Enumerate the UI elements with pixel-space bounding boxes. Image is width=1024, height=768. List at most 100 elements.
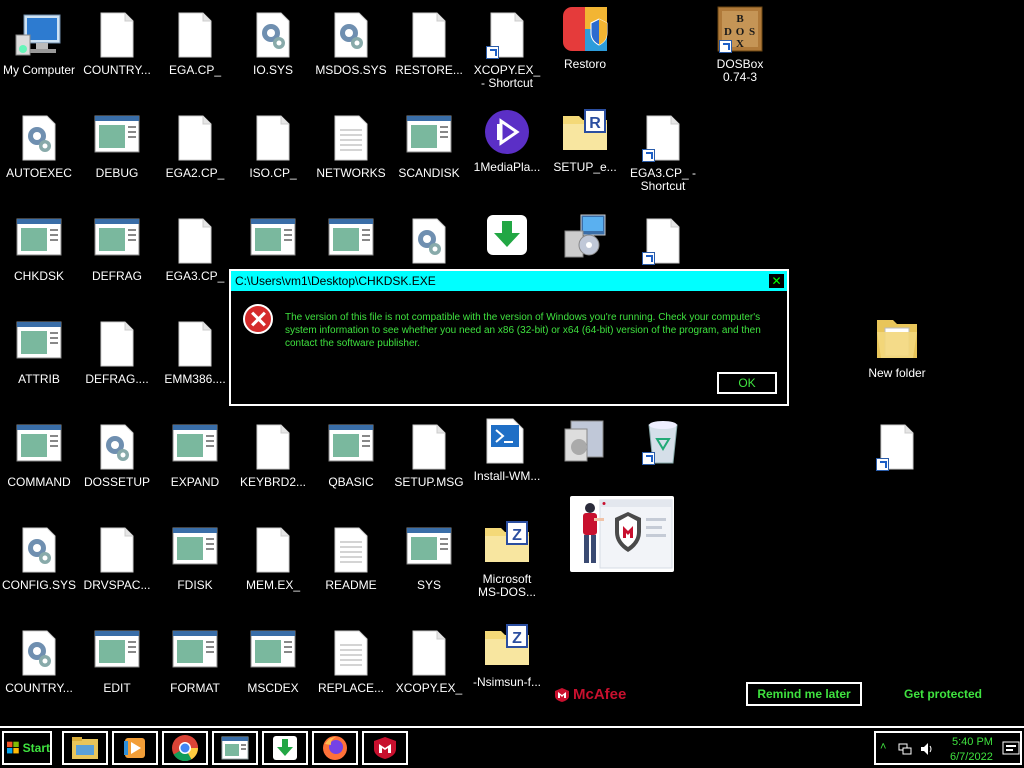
desktop-icon[interactable]: FDISK: [156, 526, 234, 592]
desktop-icon-label: XCOPY.EX_: [395, 681, 463, 695]
dialog-title: C:\Users\vm1\Desktop\CHKDSK.EXE: [235, 274, 436, 288]
desktop-icon[interactable]: EGA3.CP_: [156, 217, 234, 283]
gear-icon: [92, 423, 142, 473]
desktop-icon-label: EDIT: [103, 681, 131, 695]
desktop-icon[interactable]: 1MediaPla...: [468, 108, 546, 174]
desktop-icon-label: REPLACE...: [317, 681, 385, 695]
desktop-icon[interactable]: B D O S X DOSBox 0.74-3: [701, 5, 779, 84]
folder-z-icon: Z: [482, 623, 532, 673]
gear-icon: [326, 11, 376, 61]
desktop-icon-label: New folder: [868, 366, 926, 380]
desktop-icon[interactable]: Z -Nsimsun-f...: [468, 623, 546, 689]
desktop-icon-label: DOSSETUP: [83, 475, 150, 489]
show-hidden-icons-chevron-icon[interactable]: ˄: [880, 741, 886, 753]
desktop-icon[interactable]: MSDOS.SYS: [312, 11, 390, 77]
desktop-icon[interactable]: SCANDISK: [390, 114, 468, 180]
desktop-icon-label: FORMAT: [170, 681, 220, 695]
doc-icon: [482, 11, 532, 61]
desktop-icon[interactable]: RESTORE...: [390, 11, 468, 77]
desktop-icon[interactable]: EGA3.CP_ - Shortcut: [624, 114, 702, 193]
text-icon: [326, 114, 376, 164]
mcafee-logo: McAfee: [554, 686, 626, 703]
close-button[interactable]: ✕: [769, 274, 784, 288]
desktop-icon-label: DOSBox 0.74-3: [716, 57, 764, 84]
desktop-icon-label: Install-WM...: [473, 469, 541, 483]
clock-date[interactable]: 6/7/2022: [950, 751, 993, 763]
dialog-titlebar[interactable]: C:\Users\vm1\Desktop\CHKDSK.EXE ✕: [231, 271, 787, 291]
desktop-icon[interactable]: Restoro: [546, 5, 624, 71]
desktop-icon[interactable]: IO.SYS: [234, 11, 312, 77]
text-icon: [326, 629, 376, 679]
desktop-icon[interactable]: DEBUG: [78, 114, 156, 180]
dosbox-icon: BDOSX: [715, 5, 765, 55]
desktop-icon[interactable]: ATTRIB: [0, 320, 78, 386]
desktop-icon[interactable]: COUNTRY...: [78, 11, 156, 77]
desktop-icon[interactable]: MSCDEX: [234, 629, 312, 695]
desktop-icon[interactable]: EXPAND: [156, 423, 234, 489]
desktop-icon[interactable]: [468, 211, 546, 261]
desktop-icon[interactable]: Install-WM...: [468, 417, 546, 483]
desktop-icon[interactable]: AUTOEXEC: [0, 114, 78, 180]
taskbar-file-explorer[interactable]: [62, 731, 108, 765]
clock-time[interactable]: 5:40 PM: [952, 736, 993, 748]
desktop-icon[interactable]: CHKDSK: [0, 217, 78, 283]
desktop-icon-label: EMM386....: [164, 372, 226, 386]
desktop-icon-label: Microsoft MS-DOS...: [477, 572, 536, 599]
desktop-icon[interactable]: SETUP.MSG: [390, 423, 468, 489]
taskbar-mcafee[interactable]: [362, 731, 408, 765]
desktop-icon[interactable]: EMM386....: [156, 320, 234, 386]
desktop-icon[interactable]: New folder: [858, 314, 936, 380]
desktop-icon-label: CHKDSK: [13, 269, 64, 283]
get-protected-button[interactable]: Get protected: [880, 682, 1006, 706]
desktop-icon-label: COMMAND: [7, 475, 71, 489]
desktop-icon[interactable]: [624, 417, 702, 467]
desktop-icon[interactable]: DRVSPAC...: [78, 526, 156, 592]
taskbar-media-player[interactable]: [112, 731, 158, 765]
desktop-icon[interactable]: ISO.CP_: [234, 114, 312, 180]
desktop-icon[interactable]: XCOPY.EX_: [390, 629, 468, 695]
desktop-icon[interactable]: DOSSETUP: [78, 423, 156, 489]
desktop-icon[interactable]: COUNTRY...: [0, 629, 78, 695]
windows-logo-icon: [7, 741, 19, 754]
taskbar-window-app[interactable]: [212, 731, 258, 765]
desktop-icon[interactable]: EGA.CP_: [156, 11, 234, 77]
desktop-icon[interactable]: EDIT: [78, 629, 156, 695]
desktop-icon-label: Restoro: [563, 57, 607, 71]
network-icon[interactable]: [898, 742, 912, 756]
taskbar-chrome[interactable]: [162, 731, 208, 765]
volume-icon[interactable]: [920, 742, 934, 756]
desktop-icon[interactable]: SYS: [390, 526, 468, 592]
desktop-icon[interactable]: QBASIC: [312, 423, 390, 489]
desktop-icon[interactable]: EGA2.CP_: [156, 114, 234, 180]
desktop-icon[interactable]: MEM.EX_: [234, 526, 312, 592]
desktop-icon-label: FDISK: [177, 578, 213, 592]
desktop-icon[interactable]: [546, 417, 624, 467]
desktop-icon[interactable]: CONFIG.SYS: [0, 526, 78, 592]
desktop-icon[interactable]: REPLACE...: [312, 629, 390, 695]
desktop-icon[interactable]: My Computer: [0, 11, 78, 77]
desktop-icon[interactable]: DEFRAG: [78, 217, 156, 283]
mcafee-promo-image[interactable]: [570, 496, 674, 572]
desktop-icon[interactable]: FORMAT: [156, 629, 234, 695]
desktop-icon-label: SYS: [416, 578, 441, 592]
desktop-icon-label: MSDOS.SYS: [315, 63, 387, 77]
desktop-icon[interactable]: README: [312, 526, 390, 592]
desktop-icon-label: README: [325, 578, 377, 592]
desktop-icon[interactable]: KEYBRD2...: [234, 423, 312, 489]
svg-text:B: B: [736, 13, 744, 25]
ok-button[interactable]: OK: [717, 372, 777, 394]
desktop-icon[interactable]: NETWORKS: [312, 114, 390, 180]
taskbar-firefox[interactable]: [312, 731, 358, 765]
installer2-icon: [560, 417, 610, 467]
desktop-icon[interactable]: R SETUP_e...: [546, 108, 624, 174]
desktop-icon[interactable]: DEFRAG....: [78, 320, 156, 386]
desktop-icon[interactable]: [546, 211, 624, 261]
start-button[interactable]: Start: [2, 731, 52, 765]
desktop-icon[interactable]: COMMAND: [0, 423, 78, 489]
remind-later-button[interactable]: Remind me later: [746, 682, 862, 706]
desktop-icon[interactable]: XCOPY.EX_ - Shortcut: [468, 11, 546, 90]
action-center-icon[interactable]: [1002, 741, 1020, 757]
desktop-icon[interactable]: Z Microsoft MS-DOS...: [468, 520, 546, 599]
taskbar-download-app[interactable]: [262, 731, 308, 765]
desktop-icon[interactable]: [858, 423, 936, 473]
